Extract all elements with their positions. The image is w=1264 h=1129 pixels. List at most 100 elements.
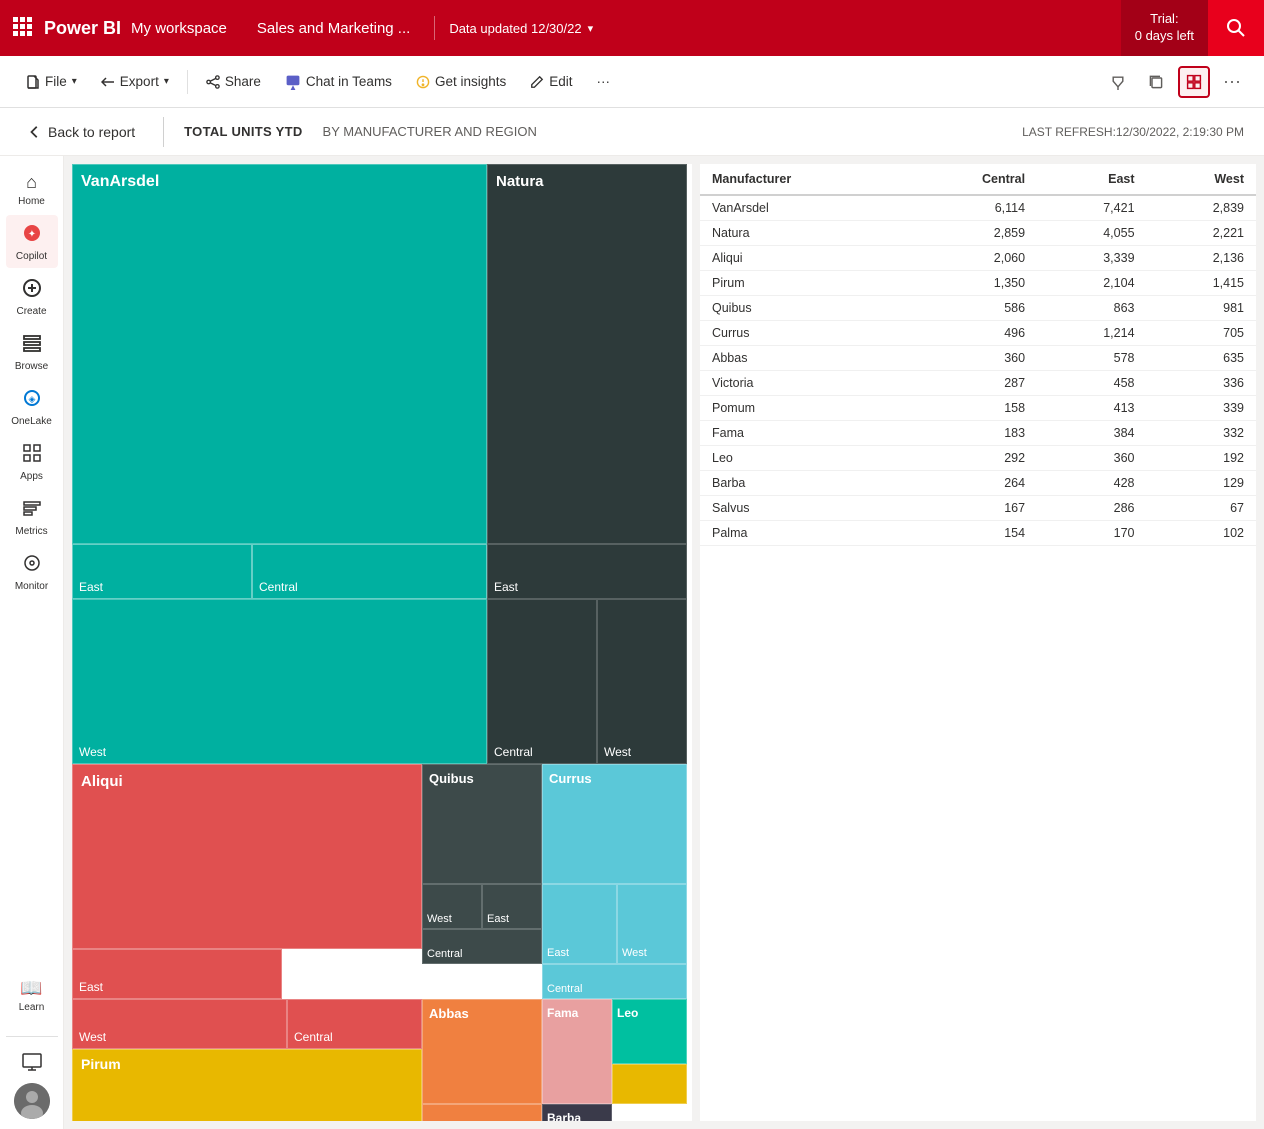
table-row[interactable]: Currus4961,214705 bbox=[700, 321, 1256, 346]
table-row[interactable]: Fama183384332 bbox=[700, 421, 1256, 446]
cell-manufacturer: Currus bbox=[700, 321, 904, 346]
export-button[interactable]: Export ▾ bbox=[91, 69, 179, 94]
table-row[interactable]: Salvus16728667 bbox=[700, 496, 1256, 521]
chat-in-teams-button[interactable]: Chat in Teams bbox=[275, 69, 402, 95]
treemap-cell-currus-east[interactable]: East bbox=[542, 884, 617, 964]
treemap-cell-quibus-central[interactable]: Central bbox=[422, 929, 542, 964]
back-to-report-label: Back to report bbox=[48, 124, 135, 140]
treemap-cell-barba[interactable]: Barba bbox=[542, 1104, 612, 1121]
treemap-cell-natura-east[interactable]: East bbox=[487, 544, 687, 599]
treemap-cell-quibus[interactable]: Quibus bbox=[422, 764, 542, 884]
sidebar-item-home[interactable]: ⌂ Home bbox=[6, 164, 58, 213]
treemap-label: East bbox=[79, 980, 103, 994]
monitor-bottom-icon[interactable] bbox=[21, 1043, 43, 1081]
sidebar-item-metrics[interactable]: Metrics bbox=[6, 490, 58, 543]
data-updated-label[interactable]: Data updated 12/30/22 ▾ bbox=[449, 21, 593, 36]
treemap-cell-abbas-east[interactable]: East bbox=[422, 1104, 542, 1121]
pin-icon[interactable] bbox=[1102, 66, 1134, 98]
treemap-cell-currus[interactable]: Currus bbox=[542, 764, 687, 884]
focus-mode-icon[interactable] bbox=[1178, 66, 1210, 98]
table-row[interactable]: Leo292360192 bbox=[700, 446, 1256, 471]
treemap-cell-abbas[interactable]: Abbas bbox=[422, 999, 542, 1104]
treemap-cell-quibus-east[interactable]: East bbox=[482, 884, 542, 929]
table-row[interactable]: Palma154170102 bbox=[700, 521, 1256, 546]
cell-value: 2,859 bbox=[904, 221, 1037, 246]
search-button[interactable] bbox=[1208, 0, 1264, 56]
treemap-cell-aliqui-west[interactable]: West bbox=[72, 999, 287, 1049]
treemap-label-pirum: Pirum bbox=[81, 1056, 121, 1072]
cell-manufacturer: Aliqui bbox=[700, 246, 904, 271]
treemap-cell-vanarsdel-west[interactable]: West bbox=[72, 599, 487, 764]
table-row[interactable]: VanArsdel6,1147,4212,839 bbox=[700, 195, 1256, 221]
treemap-cell-yellow-small[interactable] bbox=[612, 1064, 687, 1104]
more-options-button[interactable]: ··· bbox=[587, 69, 621, 94]
treemap-cell-natura[interactable]: Natura bbox=[487, 164, 687, 544]
sidebar-item-create[interactable]: Create bbox=[6, 270, 58, 323]
treemap-chart[interactable]: VanArsdel East Central West Natura bbox=[72, 164, 692, 1121]
file-button[interactable]: File ▾ bbox=[16, 69, 87, 94]
cell-manufacturer: Natura bbox=[700, 221, 904, 246]
cell-value: 1,350 bbox=[904, 271, 1037, 296]
table-row[interactable]: Barba264428129 bbox=[700, 471, 1256, 496]
treemap-cell-vanarsdel-east[interactable]: East bbox=[72, 544, 252, 599]
back-to-report-button[interactable]: Back to report bbox=[20, 120, 143, 144]
user-avatar[interactable] bbox=[14, 1083, 50, 1119]
treemap-label: Central bbox=[427, 948, 462, 960]
tab-by-manufacturer[interactable]: BY MANUFACTURER AND REGION bbox=[323, 124, 537, 139]
sidebar-item-copilot[interactable]: ✦ Copilot bbox=[6, 215, 58, 268]
treemap-cell-currus-central[interactable]: Central bbox=[542, 964, 687, 999]
cell-value: 458 bbox=[1037, 371, 1146, 396]
cell-value: 192 bbox=[1147, 446, 1256, 471]
table-row[interactable]: Victoria287458336 bbox=[700, 371, 1256, 396]
table-row[interactable]: Abbas360578635 bbox=[700, 346, 1256, 371]
edit-button[interactable]: Edit bbox=[520, 69, 582, 94]
treemap-cell-quibus-west[interactable]: West bbox=[422, 884, 482, 929]
cell-value: 360 bbox=[1037, 446, 1146, 471]
table-row[interactable]: Pomum158413339 bbox=[700, 396, 1256, 421]
cell-manufacturer: Pomum bbox=[700, 396, 904, 421]
cell-value: 4,055 bbox=[1037, 221, 1146, 246]
sidebar-item-learn[interactable]: 📖 Learn bbox=[6, 970, 58, 1019]
treemap-label: West bbox=[604, 745, 631, 759]
treemap-label-aliqui: Aliqui bbox=[81, 773, 123, 790]
cell-value: 2,104 bbox=[1037, 271, 1146, 296]
get-insights-button[interactable]: Get insights bbox=[406, 69, 516, 94]
cell-value: 67 bbox=[1147, 496, 1256, 521]
treemap-cell-leo[interactable]: Leo bbox=[612, 999, 687, 1064]
waffle-menu-icon[interactable] bbox=[12, 16, 32, 41]
table-row[interactable]: Quibus586863981 bbox=[700, 296, 1256, 321]
treemap-cell-aliqui-east[interactable]: East bbox=[72, 949, 282, 999]
onelake-icon: ◈ bbox=[22, 388, 42, 413]
cell-value: 286 bbox=[1037, 496, 1146, 521]
duplicate-icon[interactable] bbox=[1140, 66, 1172, 98]
treemap-cell-vanarsdel[interactable]: VanArsdel bbox=[72, 164, 487, 544]
cell-value: 7,421 bbox=[1037, 195, 1146, 221]
share-button[interactable]: Share bbox=[196, 69, 271, 94]
treemap-cell-currus-west[interactable]: West bbox=[617, 884, 687, 964]
sidebar-item-label: Monitor bbox=[15, 581, 48, 592]
treemap-cell-fama[interactable]: Fama bbox=[542, 999, 612, 1104]
report-title[interactable]: Sales and Marketing ... bbox=[257, 20, 410, 37]
separator bbox=[434, 16, 435, 40]
treemap-cell-vanarsdel-central[interactable]: Central bbox=[252, 544, 487, 599]
cell-manufacturer: Barba bbox=[700, 471, 904, 496]
table-row[interactable]: Pirum1,3502,1041,415 bbox=[700, 271, 1256, 296]
sidebar-item-browse[interactable]: Browse bbox=[6, 325, 58, 378]
toolbar-right-actions: ··· bbox=[1102, 66, 1248, 98]
cell-value: 1,214 bbox=[1037, 321, 1146, 346]
home-icon: ⌂ bbox=[26, 172, 37, 193]
treemap-cell-aliqui-central[interactable]: Central bbox=[287, 999, 422, 1049]
treemap-cell-natura-west[interactable]: West bbox=[597, 599, 687, 764]
treemap-cell-natura-central[interactable]: Central bbox=[487, 599, 597, 764]
tab-total-units-ytd[interactable]: TOTAL UNITS YTD bbox=[184, 124, 302, 139]
treemap-cell-pirum[interactable]: Pirum bbox=[72, 1049, 422, 1121]
sidebar-item-apps[interactable]: Apps bbox=[6, 435, 58, 488]
workspace-name[interactable]: My workspace bbox=[131, 20, 227, 37]
sidebar-item-monitor[interactable]: Monitor bbox=[6, 545, 58, 598]
table-row[interactable]: Natura2,8594,0552,221 bbox=[700, 221, 1256, 246]
data-table-container[interactable]: Manufacturer Central East West VanArsdel… bbox=[700, 164, 1256, 1121]
more-icon[interactable]: ··· bbox=[1216, 66, 1248, 98]
table-row[interactable]: Aliqui2,0603,3392,136 bbox=[700, 246, 1256, 271]
treemap-cell-aliqui[interactable]: Aliqui bbox=[72, 764, 422, 949]
sidebar-item-onelake[interactable]: ◈ OneLake bbox=[6, 380, 58, 433]
